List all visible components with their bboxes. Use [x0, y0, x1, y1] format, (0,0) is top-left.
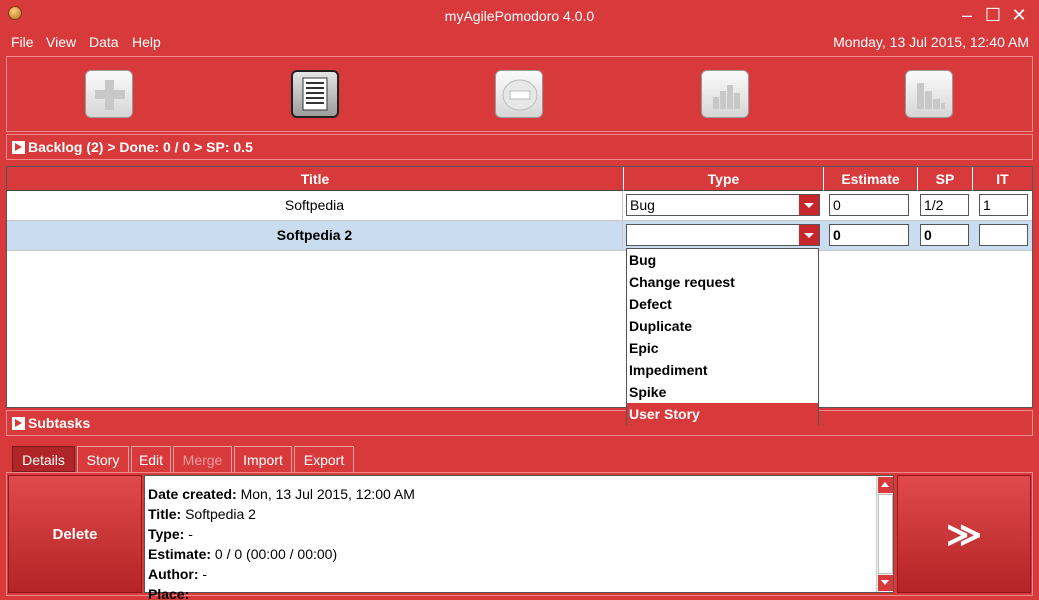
dropdown-option-change-request[interactable]: Change request [627, 271, 818, 293]
dropdown-option-impediment[interactable]: Impediment [627, 359, 818, 381]
column-header-title[interactable]: Title [7, 167, 624, 191]
dropdown-option-epic[interactable]: Epic [627, 337, 818, 359]
type-select[interactable]: Bug [626, 194, 820, 216]
dropdown-option-bug[interactable]: Bug [627, 249, 818, 271]
detail-title: Title: Softpedia 2 [148, 506, 256, 522]
subtasks-title: Subtasks [28, 415, 91, 431]
current-datetime: Monday, 13 Jul 2015, 12:40 AM [833, 34, 1029, 50]
backlog-summary: Backlog (2) > Done: 0 / 0 > SP: 0.5 [28, 139, 253, 155]
chevron-down-icon[interactable] [799, 225, 819, 245]
add-button[interactable] [85, 70, 133, 118]
table-row[interactable]: Softpedia Bug 0 1/2 1 [7, 191, 1032, 221]
detail-date-created: Date created: Mon, 13 Jul 2015, 12:00 AM [148, 486, 415, 502]
column-header-type[interactable]: Type [624, 167, 824, 191]
close-button[interactable]: ✕ [1008, 4, 1030, 26]
title-bar: myAgilePomodoro 4.0.0 – ☐ ✕ [0, 0, 1039, 30]
sp-input[interactable]: 0 [920, 224, 969, 246]
chart-button[interactable] [701, 70, 749, 118]
it-input[interactable]: 1 [979, 194, 1028, 216]
timer-button[interactable] [495, 70, 543, 118]
menu-view[interactable]: View [46, 34, 76, 50]
tab-story[interactable]: Story [77, 446, 129, 472]
table-row[interactable]: Softpedia 2 0 0 [7, 221, 1032, 251]
type-select-value: Bug [630, 197, 655, 213]
window-title: myAgilePomodoro 4.0.0 [444, 8, 595, 24]
tab-import[interactable]: Import [234, 446, 292, 472]
estimate-input[interactable]: 0 [829, 224, 909, 246]
details-content: Date created: Mon, 13 Jul 2015, 12:00 AM… [148, 484, 415, 600]
dropdown-option-user-story[interactable]: User Story [627, 403, 818, 425]
row-title[interactable]: Softpedia [7, 191, 623, 220]
column-header-sp[interactable]: SP [918, 167, 973, 191]
scroll-thumb[interactable] [878, 494, 893, 574]
dropdown-option-spike[interactable]: Spike [627, 381, 818, 403]
type-dropdown-list: Bug Change request Defect Duplicate Epic… [626, 248, 819, 425]
menu-help[interactable]: Help [132, 34, 161, 50]
detail-type: Type: - [148, 526, 193, 542]
add-icon [95, 80, 125, 110]
backlog-header[interactable]: Backlog (2) > Done: 0 / 0 > SP: 0.5 [6, 134, 1033, 160]
burndown-button[interactable] [905, 70, 953, 118]
details-text-area[interactable]: Date created: Mon, 13 Jul 2015, 12:00 AM… [144, 475, 894, 600]
subtasks-header[interactable]: Subtasks [6, 410, 1033, 436]
estimate-input[interactable]: 0 [829, 194, 909, 216]
detail-place: Place: [148, 586, 190, 600]
scroll-down-icon[interactable] [878, 575, 893, 591]
detail-author: Author: - [148, 566, 208, 582]
menu-bar: File View Data Help Monday, 13 Jul 2015,… [0, 30, 1039, 54]
minimize-button[interactable]: – [956, 4, 978, 26]
column-header-it[interactable]: IT [973, 167, 1032, 191]
maximize-button[interactable]: ☐ [982, 4, 1004, 26]
list-view-button[interactable] [291, 70, 339, 118]
column-header-estimate[interactable]: Estimate [824, 167, 918, 191]
tab-export[interactable]: Export [294, 446, 354, 472]
dropdown-option-duplicate[interactable]: Duplicate [627, 315, 818, 337]
detail-estimate: Estimate: 0 / 0 (00:00 / 00:00) [148, 546, 338, 562]
dropdown-option-defect[interactable]: Defect [627, 293, 818, 315]
backlog-table: Title Type Estimate SP IT Softpedia Bug … [6, 166, 1033, 408]
tab-edit[interactable]: Edit [131, 446, 171, 472]
menu-data[interactable]: Data [89, 34, 119, 50]
tab-merge: Merge [173, 446, 232, 472]
next-button[interactable]: ≫ [897, 475, 1031, 593]
scroll-up-icon[interactable] [878, 477, 893, 493]
tab-details[interactable]: Details [12, 446, 75, 472]
burndown-icon [917, 83, 945, 109]
menu-file[interactable]: File [11, 34, 34, 50]
details-scrollbar[interactable] [876, 476, 893, 592]
delete-button[interactable]: Delete [8, 475, 142, 593]
chart-icon [713, 85, 740, 109]
row-title[interactable]: Softpedia 2 [7, 221, 623, 250]
sp-input[interactable]: 1/2 [920, 194, 969, 216]
toolbar [6, 56, 1033, 132]
expand-arrow-icon[interactable] [12, 141, 25, 154]
timer-icon [502, 79, 538, 111]
chevron-down-icon[interactable] [799, 195, 819, 215]
expand-arrow-icon[interactable] [12, 417, 25, 430]
list-icon [302, 77, 328, 111]
type-select[interactable] [626, 224, 820, 246]
it-input[interactable] [979, 224, 1028, 246]
